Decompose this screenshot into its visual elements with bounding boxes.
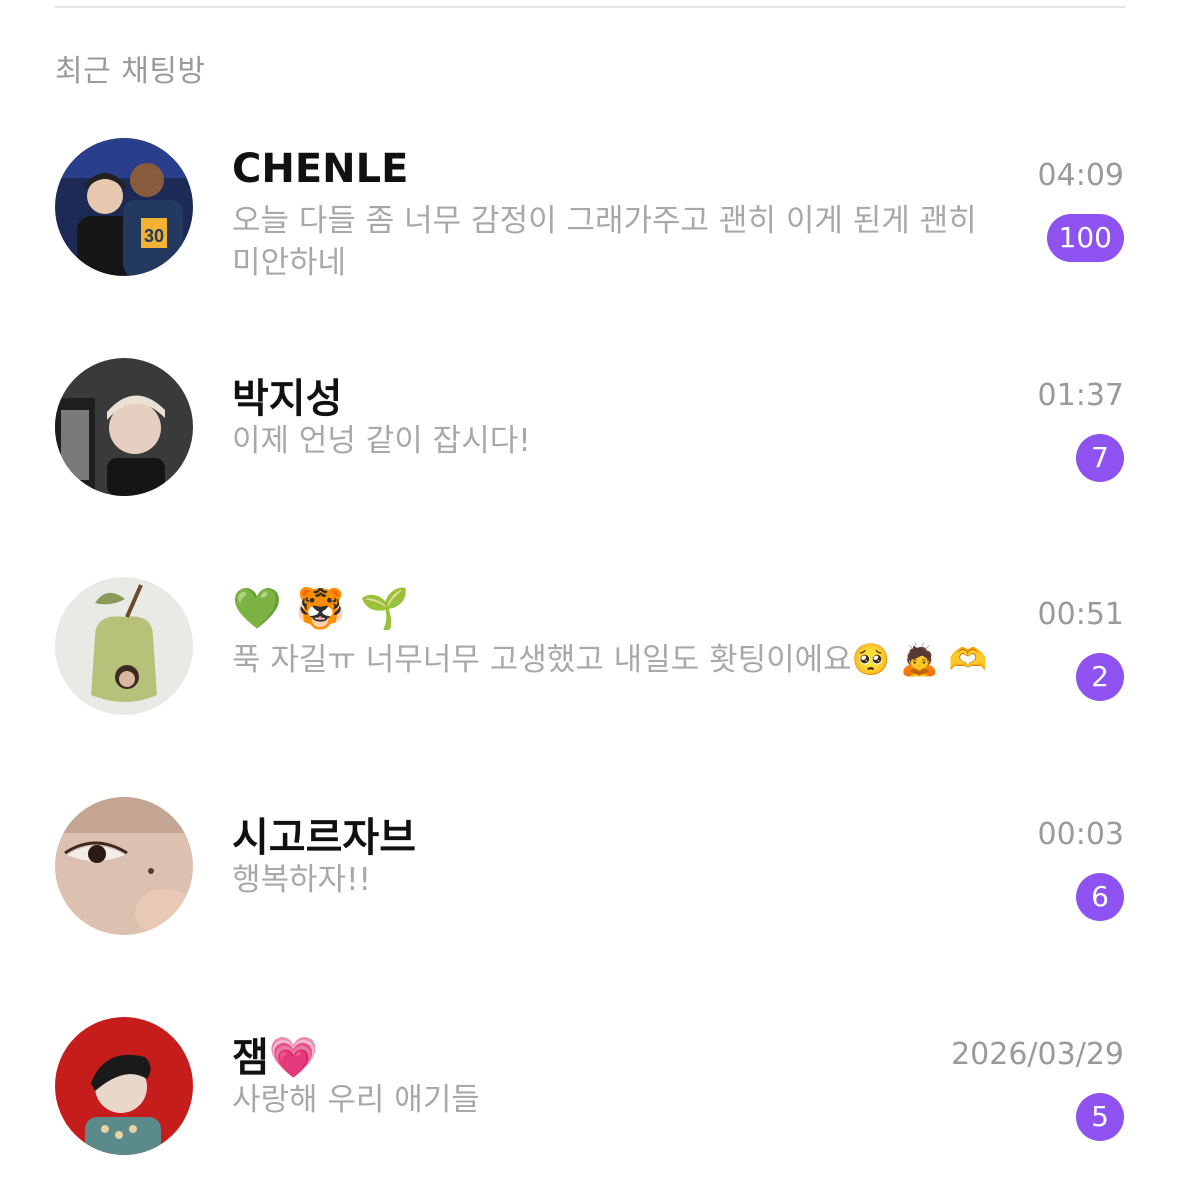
unread-badge: 100 [1046,214,1124,262]
chat-preview: 사랑해 우리 애기들 [232,1082,480,1118]
eye-closeup-photo-icon [55,797,193,935]
section-title: 최근 채팅방 [55,54,206,89]
svg-text:30: 30 [144,226,164,246]
avatar[interactable]: 30 [55,138,193,276]
chat-time: 01:37 [1037,378,1124,413]
chat-time: 2026/03/29 [951,1037,1124,1072]
chat-time: 00:03 [1037,817,1124,852]
chat-name: 잼💗 [232,1035,319,1081]
chat-time: 00:51 [1037,597,1124,632]
chat-name: 박지성 [232,376,343,422]
chat-name: 💚 🐯 🌱 [232,586,410,632]
chat-name: CHENLE [232,146,409,192]
unread-badge: 2 [1076,653,1124,701]
red-background-portrait-photo-icon [55,1017,193,1155]
chat-row-emoji-contact[interactable]: 💚 🐯 🌱 푹 자길ㅠ 너무너무 고생했고 내일도 홧팅이에요🥺 🙇 🫶 00:… [0,577,1180,777]
avatar[interactable] [55,577,193,715]
chat-row-chenle[interactable]: 30 CHENLE 오늘 다들 좀 너무 감정이 그래가주고 괜히 이게 된게 … [0,138,1180,338]
chat-preview: 이제 언넝 같이 잡시다! [232,423,531,459]
chat-time: 04:09 [1037,158,1124,193]
unread-badge: 7 [1076,434,1124,482]
avatar[interactable] [55,358,193,496]
portrait-photo-icon [55,358,193,496]
avatar[interactable] [55,797,193,935]
apple-costume-photo-icon [55,577,193,715]
top-divider [55,6,1125,8]
recent-chats-screen: 최근 채팅방 30 CHENLE 오늘 다들 좀 너무 감정이 그래가주고 괜히… [0,0,1180,1200]
chat-preview: 행복하자!! [232,862,371,898]
chat-name: 시고르자브 [232,815,416,861]
chat-row-jam[interactable]: 잼💗 사랑해 우리 애기들 2026/03/29 5 [0,1017,1180,1200]
unread-badge: 5 [1076,1093,1124,1141]
two-people-photo-icon: 30 [55,138,193,276]
chat-preview: 푹 자길ㅠ 너무너무 고생했고 내일도 홧팅이에요🥺 🙇 🫶 [232,642,988,678]
unread-badge: 6 [1076,873,1124,921]
avatar[interactable] [55,1017,193,1155]
chat-row-park-jisung[interactable]: 박지성 이제 언넝 같이 잡시다! 01:37 7 [0,358,1180,558]
chat-preview: 오늘 다들 좀 너무 감정이 그래가주고 괜히 이게 된게 괜히 미안하네 [232,203,977,281]
chat-row-sigoreujabeu[interactable]: 시고르자브 행복하자!! 00:03 6 [0,797,1180,997]
